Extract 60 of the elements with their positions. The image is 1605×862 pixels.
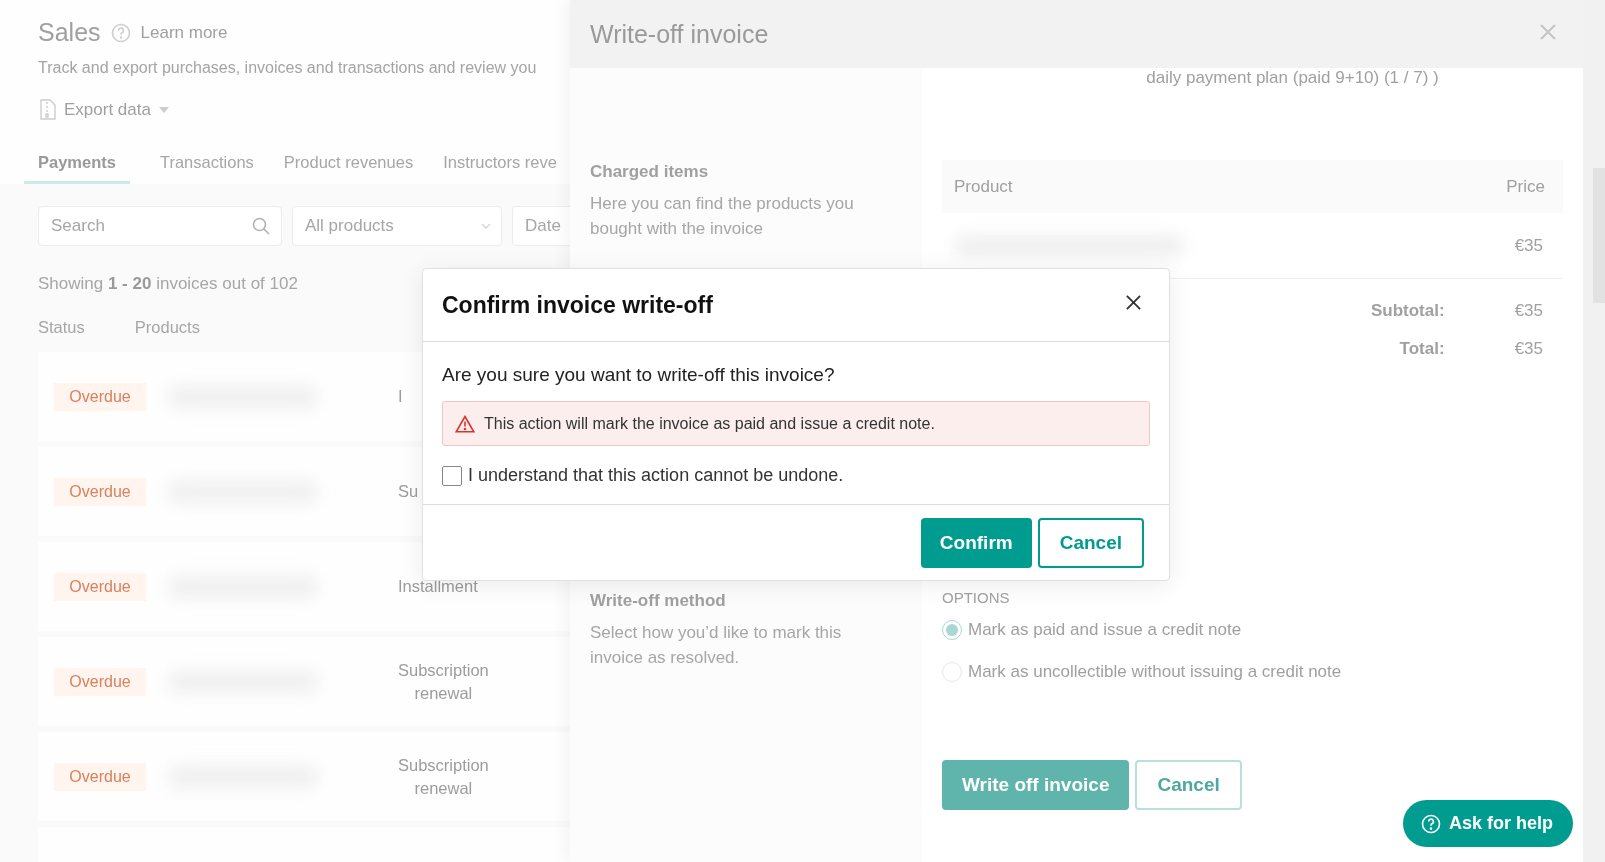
cancel-button[interactable]: Cancel [1037,517,1144,568]
warning-alert: This action will mark the invoice as paid and issue a credit note. [442,401,1150,446]
section-title: Write-off method [590,591,727,611]
radio-option[interactable]: Mark as paid and issue a credit note [942,620,1563,640]
write-off-button[interactable]: Write off invoice [942,760,1130,810]
tab[interactable]: Product revenues [283,145,414,184]
total-label: Total: [1399,339,1445,359]
drawer-title: Write-off invoice [590,19,769,49]
cancel-button[interactable]: Cancel [1135,760,1242,810]
invoice-row[interactable]: Overdue Subscription renewal [38,732,570,821]
help-icon [110,22,131,43]
payment-plan-text: daily payment plan (paid 9+10) (1 / 7) ) [1145,68,1440,88]
search-field[interactable]: Search [38,206,282,246]
zip-file-icon [38,99,56,121]
column-header: Product [954,176,1013,197]
status-badge: Overdue [54,667,146,696]
radio-option[interactable]: Mark as uncollectible without issuing a credit note [942,662,1563,682]
export-data-button[interactable]: Export data [38,99,169,121]
column-header: Status [38,318,85,337]
results-summary: Showing 1 - 20 invoices out of 102 [38,274,299,294]
chevron-down-icon [481,223,491,229]
tab[interactable]: Transactions [159,145,254,184]
close-icon [1125,294,1142,311]
status-badge: Overdue [54,762,146,791]
date-filter-select[interactable]: Date [512,206,570,246]
invoice-row[interactable]: Overdue Subscription renewal [38,637,570,726]
total-value: €35 [1514,339,1543,359]
page-title: Sales [38,18,101,47]
dialog-title: Confirm invoice write-off [442,291,713,319]
caret-icon [158,107,169,113]
column-header: Price [1506,176,1545,197]
product-filter-select[interactable]: All products [292,206,502,246]
search-icon [252,217,270,235]
options-label: OPTIONS [942,589,1011,606]
tab[interactable]: Instructors reve [443,145,557,184]
learn-more-link[interactable]: Learn more [140,22,228,43]
status-badge: Overdue [54,477,146,506]
close-icon [1539,23,1557,41]
status-badge: Overdue [54,572,146,601]
scrollbar[interactable] [1583,0,1605,862]
total-label: Subtotal: [1370,301,1445,321]
warning-icon [455,414,475,433]
status-badge: Overdue [54,382,146,411]
ask-for-help-button[interactable]: Ask for help [1402,800,1573,847]
page-subtitle: Track and export purchases, invoices and transactions and review you [38,59,538,77]
invoice-type: I [398,386,403,408]
tab[interactable]: Payments [24,145,130,184]
invoice-type: Subscription renewal [398,660,489,704]
invoice-type: Su [398,481,419,503]
section-description: Select how you’d like to mark this invoice as resolved. [590,622,843,669]
invoice-type: Subscription renewal [398,755,489,799]
table-cell: €35 [1514,235,1543,256]
section-title: Charged items [590,162,710,182]
invoice-type: Installment [398,576,478,598]
help-icon [1420,813,1441,834]
column-header: Products [134,318,200,337]
confirm-button[interactable]: Confirm [920,517,1032,568]
checkbox[interactable] [442,465,462,486]
total-value: €35 [1514,301,1543,321]
section-description: Here you can find the products you bought with the invoice [590,193,855,240]
